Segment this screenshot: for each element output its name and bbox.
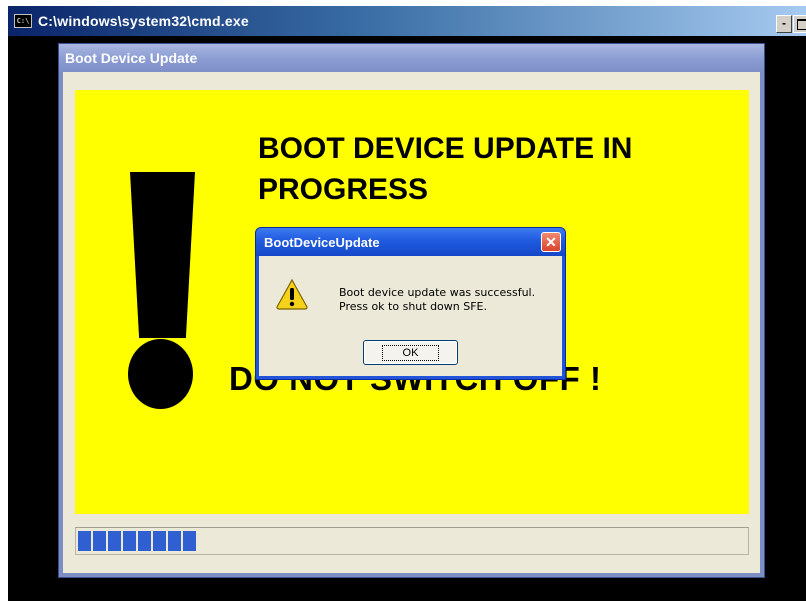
- dialog-message: Boot device update was successful. Press…: [339, 286, 559, 314]
- cmd-window-title: C:\windows\system32\cmd.exe: [38, 13, 249, 29]
- warning-icon: [276, 278, 308, 310]
- ok-button-label: OK: [381, 344, 440, 361]
- update-heading: BOOT DEVICE UPDATE IN PROGRESS: [258, 132, 633, 206]
- maximize-button[interactable]: [793, 15, 806, 33]
- progress-segment: [168, 531, 181, 551]
- progress-segment: [153, 531, 166, 551]
- progress-segment: [183, 531, 196, 551]
- progress-fill: [78, 531, 196, 551]
- minimize-button[interactable]: -: [776, 15, 792, 33]
- dialog-message-line: Press ok to shut down SFE.: [339, 300, 488, 313]
- progress-segment: [78, 531, 91, 551]
- progress-segment: [93, 531, 106, 551]
- dialog-title: BootDeviceUpdate: [264, 234, 380, 250]
- cmd-titlebar[interactable]: C:\ C:\windows\system32\cmd.exe -: [8, 6, 806, 36]
- close-button[interactable]: ✕: [541, 232, 561, 252]
- cmd-icon: C:\: [14, 14, 32, 28]
- exclamation-icon: [130, 172, 195, 338]
- message-dialog: BootDeviceUpdate ✕ Boot device update wa…: [255, 227, 566, 380]
- exclamation-dot-icon: [128, 339, 193, 409]
- dialog-message-line: Boot device update was successful.: [339, 286, 536, 299]
- boot-device-update-title: Boot Device Update: [65, 50, 198, 66]
- ok-button[interactable]: OK: [363, 340, 458, 365]
- progress-bar: [75, 527, 749, 555]
- boot-device-update-titlebar[interactable]: Boot Device Update: [59, 44, 764, 72]
- dialog-titlebar[interactable]: BootDeviceUpdate ✕: [256, 228, 565, 256]
- progress-segment: [108, 531, 121, 551]
- dialog-body: Boot device update was successful. Press…: [259, 256, 562, 376]
- progress-segment: [123, 531, 136, 551]
- progress-segment: [138, 531, 151, 551]
